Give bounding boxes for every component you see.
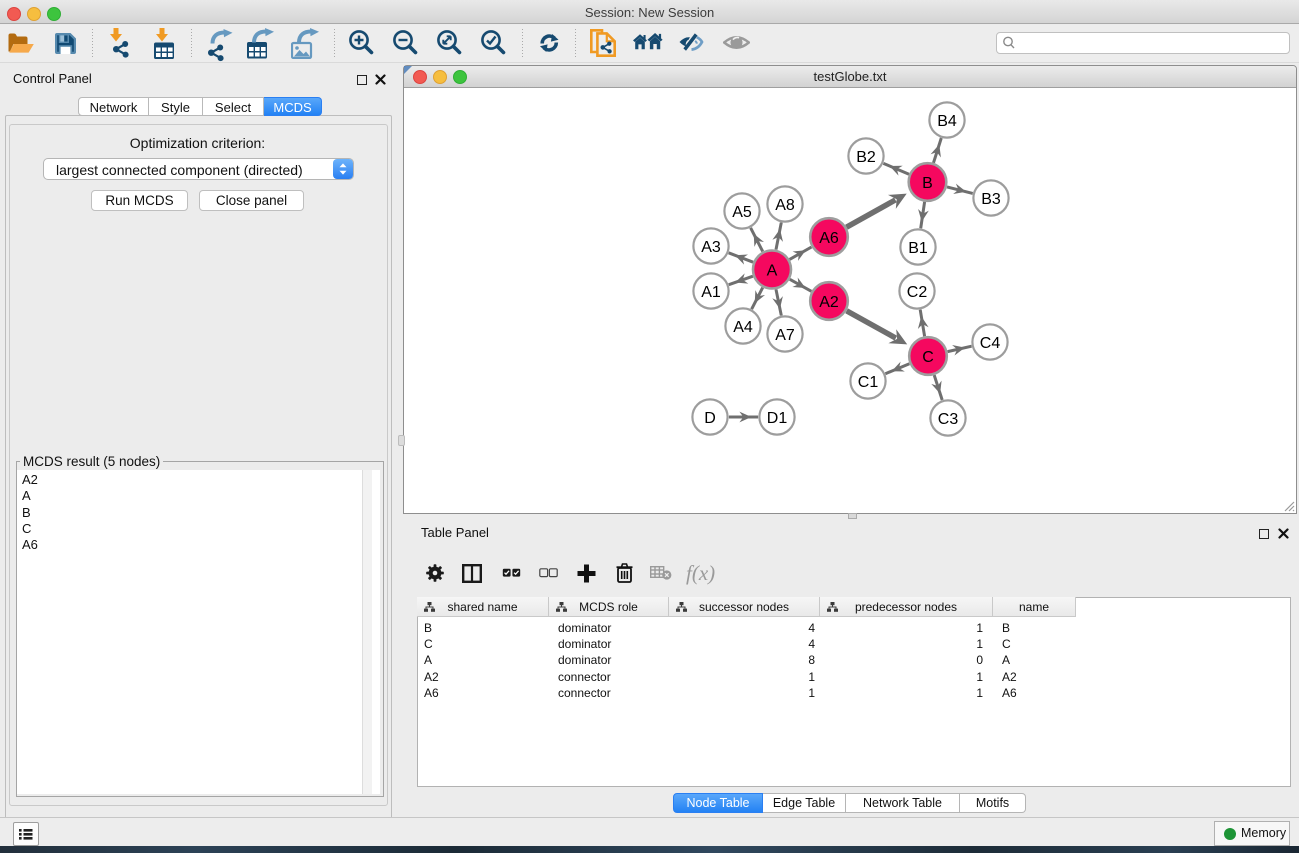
svg-text:C4: C4: [980, 335, 1001, 352]
svg-text:C1: C1: [858, 374, 879, 391]
svg-text:A5: A5: [732, 204, 752, 221]
svg-text:C2: C2: [907, 284, 928, 301]
svg-text:B1: B1: [908, 240, 928, 257]
svg-text:D: D: [704, 410, 716, 427]
svg-text:B3: B3: [981, 191, 1001, 208]
svg-text:B: B: [922, 175, 933, 192]
svg-text:A6: A6: [819, 230, 839, 247]
svg-text:C3: C3: [938, 411, 959, 428]
svg-text:D1: D1: [767, 410, 788, 427]
svg-text:A8: A8: [775, 197, 795, 214]
svg-text:A3: A3: [701, 239, 721, 256]
svg-text:C: C: [922, 349, 934, 366]
svg-text:A1: A1: [701, 284, 721, 301]
svg-text:B4: B4: [937, 113, 957, 130]
svg-text:A4: A4: [733, 319, 753, 336]
svg-text:A7: A7: [775, 327, 795, 344]
svg-text:A: A: [767, 263, 778, 280]
svg-text:A2: A2: [819, 294, 839, 311]
svg-text:B2: B2: [856, 149, 876, 166]
